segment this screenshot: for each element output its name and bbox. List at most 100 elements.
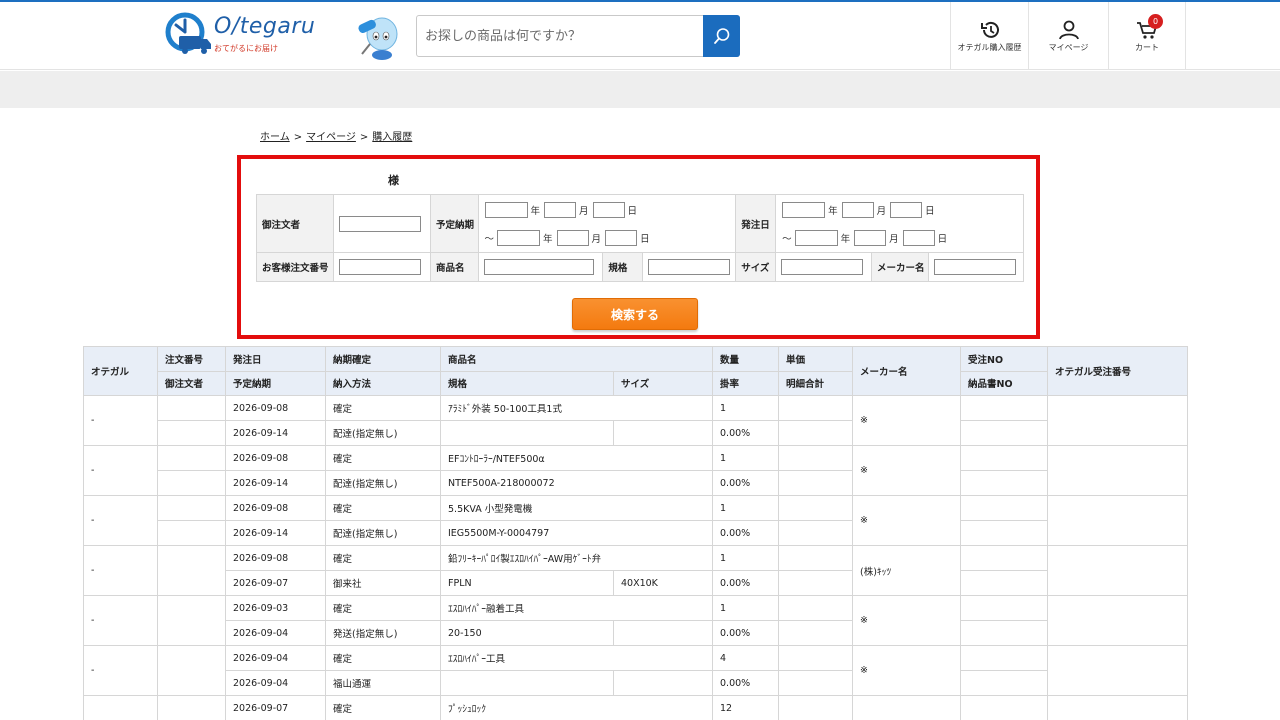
maker-cell <box>852 695 962 720</box>
customer-order-no-input[interactable] <box>339 259 422 275</box>
year-unit: 年 <box>840 233 851 245</box>
otegaru-receipt-no-cell <box>1047 645 1189 696</box>
maker-cell: ※ <box>852 395 962 446</box>
search-input[interactable] <box>417 16 704 56</box>
rate-cell: 0.00% <box>712 620 780 646</box>
breadcrumb-current[interactable]: 購入履歴 <box>372 132 412 143</box>
confirm-cell: 確定 <box>325 445 441 471</box>
receipt-no-cell <box>960 595 1049 621</box>
delivery-from-month-input[interactable] <box>544 201 577 218</box>
product-name-label: 商品名 <box>429 252 479 282</box>
method-cell: 配達(指定無し) <box>325 520 441 546</box>
month-unit: 月 <box>591 233 602 245</box>
cart-link[interactable]: 0 カート <box>1108 2 1186 70</box>
order-date-cell: 2026-09-08 <box>225 495 326 521</box>
subtotal-cell <box>778 470 854 496</box>
confirm-cell: 確定 <box>325 495 441 521</box>
delivery-note-no-cell <box>960 620 1049 646</box>
day-unit: 日 <box>627 205 638 217</box>
search-submit-button[interactable]: 検索する <box>572 298 698 330</box>
otegaru-cell: - <box>83 395 158 446</box>
year-unit: 年 <box>530 205 541 217</box>
site-logo[interactable]: O/tegaru おてがるにお届け <box>165 10 345 60</box>
table-row: 2026-09-07 確定 ﾌﾟｯｼｭﾛｯｸ 12 <box>83 695 1189 720</box>
history-icon <box>980 21 999 38</box>
purchase-history-link[interactable]: オテガル購入履歴 <box>950 2 1028 70</box>
delivery-note-no-cell <box>960 670 1049 696</box>
method-cell: 配達(指定無し) <box>325 470 441 496</box>
user-icon <box>1058 20 1079 39</box>
search-button[interactable] <box>703 15 740 57</box>
delivery-date-label: 予定納期 <box>429 194 479 253</box>
delivery-to-day-input[interactable] <box>605 229 638 246</box>
delivery-to-year-input[interactable] <box>497 229 541 246</box>
orderer-cell <box>157 520 226 546</box>
product-cell: ｴｽﾛﾊｲﾊﾟｰ融着工具 <box>439 595 714 621</box>
col-unit-price: 単価 <box>778 346 854 372</box>
otegaru-receipt-no-cell <box>1047 695 1189 720</box>
spec-input[interactable] <box>648 259 731 275</box>
product-cell: 鉛ﾌﾘｰｷｰﾊﾟﾛｲ製ｴｽﾛﾊｲﾊﾟｰAW用ｹﾞｰﾄ弁 <box>439 545 714 571</box>
size-cell <box>612 670 714 696</box>
delivery-note-no-cell <box>960 420 1049 446</box>
rate-cell: 0.00% <box>712 470 780 496</box>
order-no-cell <box>157 495 226 521</box>
maker-input[interactable] <box>934 259 1017 275</box>
order-to-year-input[interactable] <box>794 229 838 246</box>
size-cell <box>612 620 714 646</box>
col-delivery-note-no: 納品書NO <box>960 370 1049 396</box>
truck-logo-icon <box>165 12 211 54</box>
breadcrumb-home[interactable]: ホーム <box>260 132 290 143</box>
order-from-year-input[interactable] <box>782 201 826 218</box>
delivery-to-month-input[interactable] <box>556 229 589 246</box>
delivery-from-year-input[interactable] <box>484 201 528 218</box>
unit-price-cell <box>778 495 854 521</box>
product-name-input[interactable] <box>483 259 594 275</box>
spec-cell <box>440 420 614 446</box>
rate-cell: 0.00% <box>712 570 780 596</box>
order-from-month-input[interactable] <box>841 201 874 218</box>
table-row: - 2026-09-08 確定 ｱﾗﾐﾄﾞ外装 50-100工具1式 1 ※ <box>83 395 1189 446</box>
table-row: - 2026-09-08 確定 鉛ﾌﾘｰｷｰﾊﾟﾛｲ製ｴｽﾛﾊｲﾊﾟｰAW用ｹﾞ… <box>83 545 1189 596</box>
table-row: 2026-09-14 配達(指定無し) 0.00% <box>84 420 1188 446</box>
otegaru-cell <box>83 695 158 720</box>
purchase-history-table: オテガル 注文番号 発注日 納期確定 商品名 数量 単価 メーカー名 受注NO … <box>83 346 1189 720</box>
delivery-from-day-input[interactable] <box>592 201 625 218</box>
method-cell: 発送(指定無し) <box>325 620 441 646</box>
orderer-input[interactable] <box>339 215 422 232</box>
purchase-history-label: オテガル購入履歴 <box>957 42 1022 52</box>
breadcrumb-mypage[interactable]: マイページ <box>306 132 356 143</box>
order-to-day-input[interactable] <box>902 229 935 246</box>
site-search <box>416 15 740 57</box>
subtotal-cell <box>778 670 854 696</box>
order-date-label: 発注日 <box>735 194 777 253</box>
cart-count-badge: 0 <box>1148 13 1163 29</box>
confirm-cell: 確定 <box>325 595 441 621</box>
table-row: - 2026-09-04 確定 ｴｽﾛﾊｲﾊﾟｰ工具 4 ※ <box>83 645 1189 696</box>
qty-cell: 1 <box>712 395 780 421</box>
order-date-cell: 2026-09-08 <box>225 395 326 421</box>
col-otegaru-receipt-no: オテガル受注番号 <box>1047 346 1189 396</box>
mascot-image <box>352 10 404 62</box>
order-from-day-input[interactable] <box>890 201 923 218</box>
size-input[interactable] <box>781 259 864 275</box>
cart-label: カート <box>1135 42 1159 52</box>
delivery-cell: 2026-09-07 <box>225 570 326 596</box>
otegaru-receipt-no-cell <box>1047 545 1189 596</box>
delivery-cell: 2026-09-14 <box>225 520 326 546</box>
receipt-no-cell <box>960 395 1049 421</box>
subtotal-cell <box>778 570 854 596</box>
col-order-no: 注文番号 <box>157 346 226 372</box>
day-unit: 日 <box>937 233 948 245</box>
confirm-cell: 確定 <box>325 645 441 671</box>
maker-cell: ※ <box>852 595 962 646</box>
subtotal-cell <box>778 620 854 646</box>
mypage-link[interactable]: マイページ <box>1028 2 1108 70</box>
table-row: 2026-09-07 御来社 FPLN 40X10K 0.00% <box>84 570 1188 596</box>
qty-cell: 1 <box>712 595 780 621</box>
receipt-no-cell <box>960 645 1049 671</box>
order-date-cell: 2026-09-04 <box>225 645 326 671</box>
day-unit: 日 <box>640 233 650 245</box>
order-to-month-input[interactable] <box>854 229 887 246</box>
order-no-cell <box>157 545 226 596</box>
